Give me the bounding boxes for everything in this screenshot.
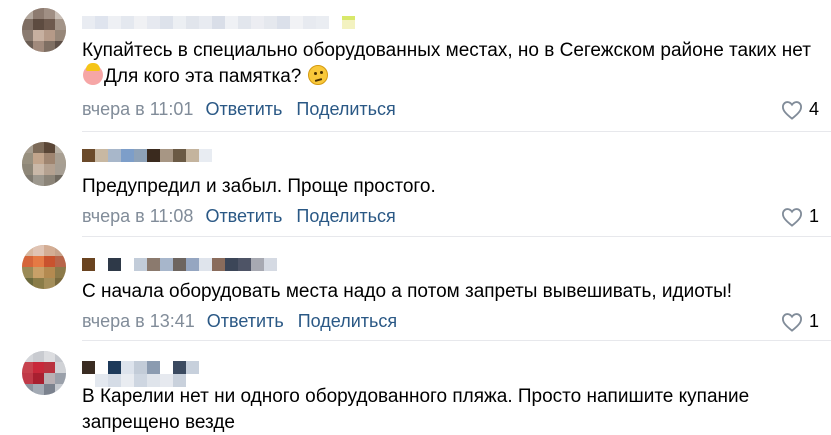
comment-4: В Карелии нет ни одного оборудованного п… — [0, 341, 831, 435]
heart-icon — [781, 207, 802, 227]
comment-text: В Карелии нет ни одного оборудованного п… — [82, 386, 750, 433]
comment-2: Предупредил и забыл. Проще простого. вче… — [0, 132, 831, 235]
comment-text-part-2: Для кого эта памятка? — [104, 66, 302, 87]
avatar[interactable] — [22, 351, 66, 395]
like-count: 1 — [808, 206, 819, 226]
author-name-redacted[interactable] — [82, 149, 212, 163]
like-count: 4 — [808, 99, 819, 119]
heart-icon — [781, 100, 802, 120]
author-name-redacted[interactable] — [82, 16, 355, 30]
comment-text-part-1: Купайтесь в специально оборудованных мес… — [82, 40, 811, 61]
like-button[interactable]: 1 — [781, 311, 819, 332]
heart-icon — [781, 312, 802, 332]
comment-text: Купайтесь в специально оборудованных мес… — [82, 38, 822, 90]
like-count: 1 — [808, 311, 819, 331]
avatar[interactable] — [22, 8, 66, 52]
author-name-redacted[interactable] — [82, 361, 199, 375]
comment-3: С начала оборудовать места надо а потом … — [0, 237, 831, 340]
comment-text: С начала оборудовать места надо а потом … — [82, 281, 733, 302]
reply-button[interactable]: Ответить — [205, 98, 282, 120]
woman-gesturing-icon — [83, 63, 103, 85]
comment-time[interactable]: вчера в 11:01 — [82, 98, 193, 120]
share-button[interactable]: Поделиться — [296, 205, 395, 227]
comment-text: Предупредил и забыл. Проще простого. — [82, 176, 436, 197]
share-button[interactable]: Поделиться — [298, 310, 397, 332]
avatar[interactable] — [22, 142, 66, 186]
thinking-face-icon — [307, 65, 328, 85]
author-name-redacted[interactable] — [82, 258, 277, 272]
like-button[interactable]: 4 — [781, 99, 819, 120]
comment-1: Купайтесь в специально оборудованных мес… — [0, 0, 831, 130]
avatar[interactable] — [22, 245, 66, 289]
comment-time[interactable]: вчера в 11:08 — [82, 205, 193, 227]
comment-meta: вчера в 13:41 Ответить Поделиться — [82, 310, 411, 332]
like-button[interactable]: 1 — [781, 206, 819, 227]
reply-button[interactable]: Ответить — [205, 205, 282, 227]
share-button[interactable]: Поделиться — [296, 98, 395, 120]
reply-button[interactable]: Ответить — [207, 310, 284, 332]
comment-meta: вчера в 11:01 Ответить Поделиться — [82, 98, 410, 120]
comment-time[interactable]: вчера в 13:41 — [82, 310, 195, 332]
comment-meta: вчера в 11:08 Ответить Поделиться — [82, 205, 410, 227]
